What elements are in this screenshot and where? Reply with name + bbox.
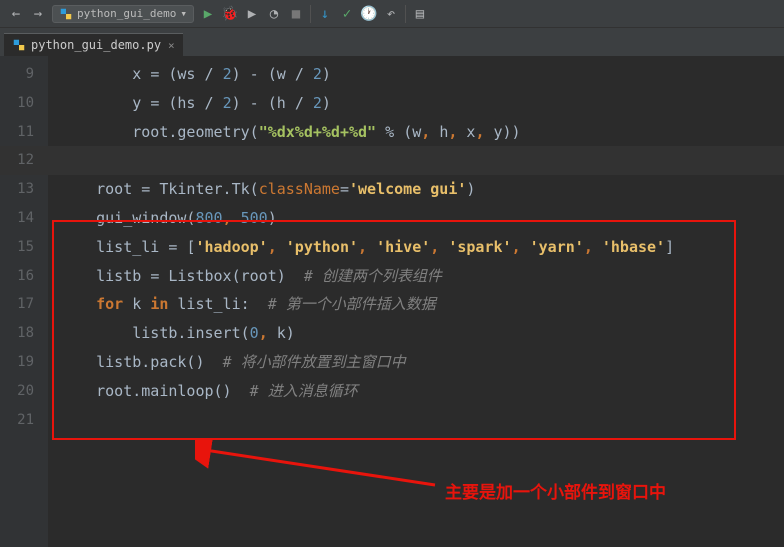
coverage-icon[interactable]: ▶ xyxy=(244,6,260,22)
structure-icon[interactable]: ▤ xyxy=(412,6,428,22)
vcs-history-icon[interactable]: 🕐 xyxy=(361,6,377,22)
line-number: 14 xyxy=(0,204,48,233)
run-icon[interactable]: ▶ xyxy=(200,6,216,22)
stop-icon[interactable]: ■ xyxy=(288,6,304,22)
line-number: 9 xyxy=(0,60,48,89)
python-file-icon xyxy=(12,38,26,52)
code-line: listb = Listbox(root) # 创建两个列表组件 xyxy=(48,262,784,291)
run-config-dropdown[interactable]: python_gui_demo ▾ xyxy=(52,5,194,23)
debug-icon[interactable]: 🐞 xyxy=(222,6,238,22)
code-line xyxy=(48,146,784,175)
code-editor[interactable]: 9 10 11 12 13 14 15 16 17 18 19 20 21 x … xyxy=(0,56,784,547)
tab-filename: python_gui_demo.py xyxy=(31,38,161,52)
run-config-label: python_gui_demo xyxy=(77,7,176,20)
line-gutter: 9 10 11 12 13 14 15 16 17 18 19 20 21 xyxy=(0,56,48,547)
separator xyxy=(310,5,311,23)
editor-tabs: python_gui_demo.py × xyxy=(0,28,784,56)
nav-back-icon[interactable]: ← xyxy=(8,6,24,22)
vcs-revert-icon[interactable]: ↶ xyxy=(383,6,399,22)
separator xyxy=(405,5,406,23)
code-line: y = (hs / 2) - (h / 2) xyxy=(48,89,784,118)
code-line: root.mainloop() # 进入消息循环 xyxy=(48,377,784,406)
chevron-down-icon: ▾ xyxy=(180,7,187,20)
annotation-text: 主要是加一个小部件到窗口中 xyxy=(445,478,666,503)
line-number: 16 xyxy=(0,262,48,291)
toolbar: ← → python_gui_demo ▾ ▶ 🐞 ▶ ◔ ■ ↓ ✓ 🕐 ↶ … xyxy=(0,0,784,28)
code-line: listb.pack() # 将小部件放置到主窗口中 xyxy=(48,348,784,377)
line-number: 11 xyxy=(0,118,48,147)
code-line: root = Tkinter.Tk(className='welcome gui… xyxy=(48,175,784,204)
tab-file[interactable]: python_gui_demo.py × xyxy=(4,33,183,56)
code-line: listb.insert(0, k) xyxy=(48,319,784,348)
python-icon xyxy=(59,7,73,21)
line-number: 12 xyxy=(0,146,48,175)
code-line: gui_window(800, 500) xyxy=(48,204,784,233)
line-number: 10 xyxy=(0,89,48,118)
line-number: 19 xyxy=(0,348,48,377)
code-area[interactable]: x = (ws / 2) - (w / 2) y = (hs / 2) - (h… xyxy=(48,56,784,547)
line-number: 20 xyxy=(0,377,48,406)
code-line xyxy=(48,406,784,435)
code-line: root.geometry("%dx%d+%d+%d" % (w, h, x, … xyxy=(48,118,784,147)
line-number: 15 xyxy=(0,233,48,262)
close-icon[interactable]: × xyxy=(168,39,175,52)
line-number: 13 xyxy=(0,175,48,204)
profile-icon[interactable]: ◔ xyxy=(266,6,282,22)
nav-fwd-icon[interactable]: → xyxy=(30,6,46,22)
line-number: 18 xyxy=(0,319,48,348)
code-line: x = (ws / 2) - (w / 2) xyxy=(48,60,784,89)
vcs-commit-icon[interactable]: ✓ xyxy=(339,6,355,22)
line-number: 17 xyxy=(0,290,48,319)
line-number: 21 xyxy=(0,406,48,435)
code-line: list_li = ['hadoop', 'python', 'hive', '… xyxy=(48,233,784,262)
code-line: for k in list_li: # 第一个小部件插入数据 xyxy=(48,290,784,319)
vcs-update-icon[interactable]: ↓ xyxy=(317,6,333,22)
